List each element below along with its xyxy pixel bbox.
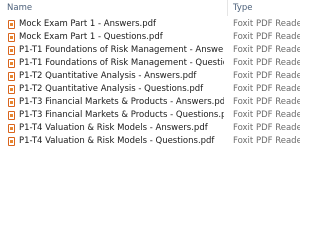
file-name[interactable]: P1-T2 Quantitative Analysis - Answers.pd… xyxy=(19,70,224,83)
file-row[interactable]: P1-T4 Valuation & Risk Models - Question… xyxy=(0,135,300,148)
column-header-type[interactable]: Type xyxy=(233,0,300,16)
file-name[interactable]: P1-T3 Financial Markets & Products - Que… xyxy=(19,109,224,122)
file-type: Foxit PDF Reader ... xyxy=(233,58,300,68)
file-row[interactable]: P1-T1 Foundations of Risk Management - Q… xyxy=(0,57,300,70)
pdf-file-icon xyxy=(8,85,15,94)
file-list: ⌃ Name Type Mock Exam Part 1 - Answers.p… xyxy=(0,0,300,251)
file-name[interactable]: P1-T1 Foundations of Risk Management - A… xyxy=(19,44,224,57)
file-name[interactable]: P1-T2 Quantitative Analysis - Questions.… xyxy=(19,83,224,96)
file-type: Foxit PDF Reader ... xyxy=(233,19,300,29)
file-name[interactable]: P1-T1 Foundations of Risk Management - Q… xyxy=(19,57,224,70)
file-row[interactable]: P1-T4 Valuation & Risk Models - Answers.… xyxy=(0,122,300,135)
column-header-name[interactable]: Name xyxy=(7,0,227,16)
pdf-file-icon xyxy=(8,72,15,81)
file-type: Foxit PDF Reader ... xyxy=(233,32,300,42)
file-row[interactable]: P1-T3 Financial Markets & Products - Que… xyxy=(0,109,300,122)
pdf-file-icon xyxy=(8,137,15,146)
file-name[interactable]: Mock Exam Part 1 - Answers.pdf xyxy=(19,18,224,31)
pdf-file-icon xyxy=(8,124,15,133)
file-row[interactable]: P1-T2 Quantitative Analysis - Questions.… xyxy=(0,83,300,96)
file-type: Foxit PDF Reader ... xyxy=(233,97,300,107)
pdf-file-icon xyxy=(8,20,15,29)
file-rows: Mock Exam Part 1 - Answers.pdf Foxit PDF … xyxy=(0,18,300,148)
file-row[interactable]: P1-T3 Financial Markets & Products - Ans… xyxy=(0,96,300,109)
pdf-file-icon xyxy=(8,59,15,68)
file-type: Foxit PDF Reader ... xyxy=(233,110,300,120)
file-row[interactable]: P1-T2 Quantitative Analysis - Answers.pd… xyxy=(0,70,300,83)
file-name[interactable]: Mock Exam Part 1 - Questions.pdf xyxy=(19,31,224,44)
file-row[interactable]: Mock Exam Part 1 - Questions.pdf Foxit PD… xyxy=(0,31,300,44)
file-row[interactable]: Mock Exam Part 1 - Answers.pdf Foxit PDF … xyxy=(0,18,300,31)
file-type: Foxit PDF Reader ... xyxy=(233,136,300,146)
pdf-file-icon xyxy=(8,46,15,55)
pdf-file-icon xyxy=(8,98,15,107)
pdf-file-icon xyxy=(8,111,15,120)
file-type: Foxit PDF Reader ... xyxy=(233,84,300,94)
column-divider[interactable] xyxy=(227,0,228,16)
file-row[interactable]: P1-T1 Foundations of Risk Management - A… xyxy=(0,44,300,57)
file-type: Foxit PDF Reader ... xyxy=(233,123,300,133)
pdf-file-icon xyxy=(8,33,15,42)
file-type: Foxit PDF Reader ... xyxy=(233,45,300,55)
file-name[interactable]: P1-T3 Financial Markets & Products - Ans… xyxy=(19,96,224,109)
file-name[interactable]: P1-T4 Valuation & Risk Models - Answers.… xyxy=(19,122,224,135)
file-type: Foxit PDF Reader ... xyxy=(233,71,300,81)
file-name[interactable]: P1-T4 Valuation & Risk Models - Question… xyxy=(19,135,224,148)
